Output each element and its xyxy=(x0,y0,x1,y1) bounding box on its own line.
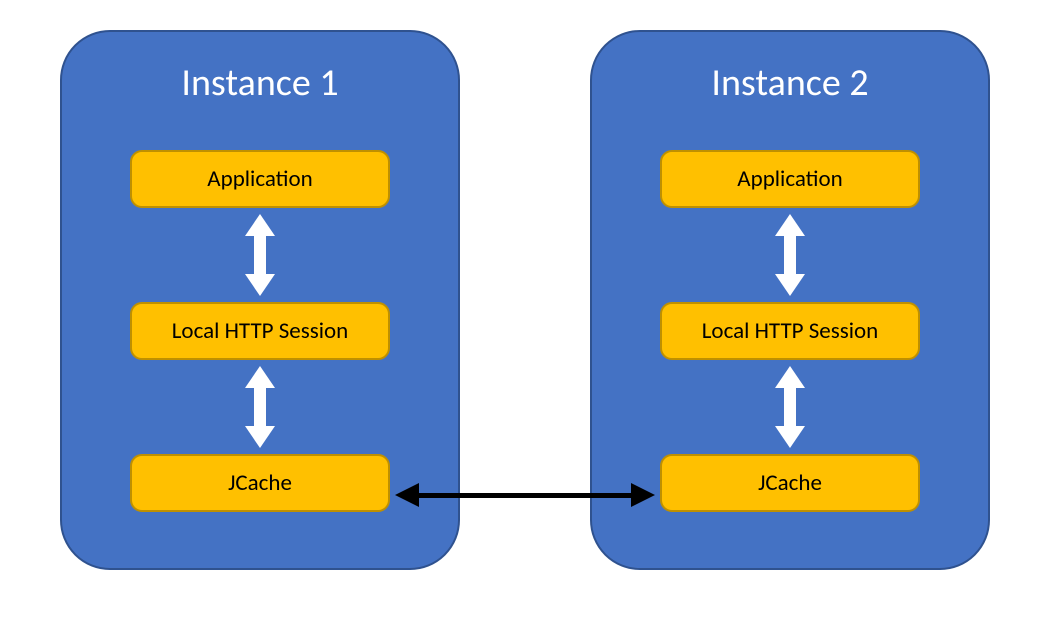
instance-2-node-local-http-session: Local HTTP Session xyxy=(660,302,920,360)
instance-2-title: Instance 2 xyxy=(592,60,988,106)
instance-1-node-local-http-session: Local HTTP Session xyxy=(130,302,390,360)
bidirectional-arrow-icon xyxy=(245,366,275,448)
instance-2-node-application: Application xyxy=(660,150,920,208)
bidirectional-arrow-icon xyxy=(245,214,275,296)
cross-instance-bidirectional-arrow-icon xyxy=(395,480,655,510)
bidirectional-arrow-icon xyxy=(775,366,805,448)
instance-2-node-jcache: JCache xyxy=(660,454,920,512)
instance-1-node-jcache: JCache xyxy=(130,454,390,512)
bidirectional-arrow-icon xyxy=(775,214,805,296)
instance-1-node-application: Application xyxy=(130,150,390,208)
instance-1-title: Instance 1 xyxy=(62,60,458,106)
